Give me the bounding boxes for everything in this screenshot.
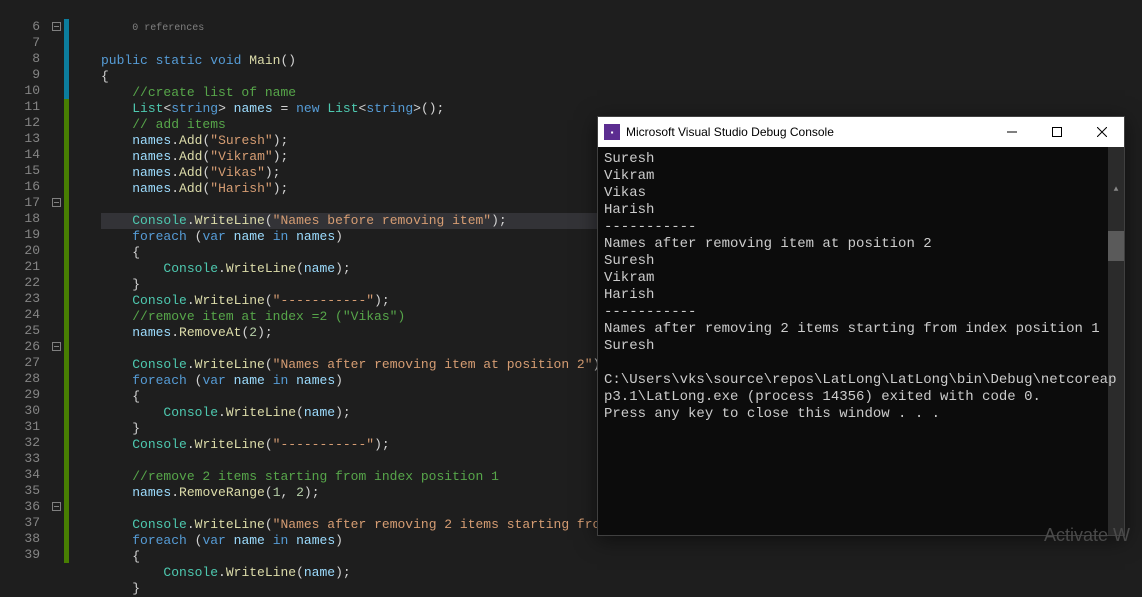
console-line: Vikas [604, 185, 1118, 202]
line-number: 18 [8, 211, 40, 227]
codelens-references[interactable]: 0 references [132, 23, 204, 34]
code-line[interactable]: foreach (var name in names) [101, 229, 639, 245]
line-number: 25 [8, 323, 40, 339]
code-line[interactable]: names.RemoveAt(2); [101, 325, 639, 341]
code-line[interactable]: //create list of name [101, 85, 639, 101]
code-line[interactable] [101, 501, 639, 517]
close-button[interactable] [1079, 117, 1124, 147]
line-number: 17 [8, 195, 40, 211]
line-number: 24 [8, 307, 40, 323]
line-number: 29 [8, 387, 40, 403]
fold-toggle-icon[interactable] [52, 502, 61, 511]
code-line[interactable]: Console.WriteLine("Names after removing … [101, 517, 639, 533]
console-line: ----------- [604, 304, 1118, 321]
code-line[interactable]: Console.WriteLine(name); [101, 405, 639, 421]
line-number: 6 [8, 19, 40, 35]
code-line[interactable] [101, 341, 639, 357]
debug-console-window[interactable]: ▪ Microsoft Visual Studio Debug Console … [597, 116, 1125, 536]
line-number: 34 [8, 467, 40, 483]
line-number: 14 [8, 147, 40, 163]
console-line: Suresh [604, 151, 1118, 168]
fold-toggle-icon[interactable] [52, 342, 61, 351]
fold-toggle-icon[interactable] [52, 22, 61, 31]
code-line[interactable]: } [101, 581, 639, 597]
console-line: Suresh [604, 338, 1118, 355]
code-line[interactable]: //remove 2 items starting from index pos… [101, 469, 639, 485]
code-line[interactable]: { [101, 245, 639, 261]
line-number: 32 [8, 435, 40, 451]
line-number: 9 [8, 67, 40, 83]
line-number: 37 [8, 515, 40, 531]
line-number: 23 [8, 291, 40, 307]
code-line[interactable]: { [101, 549, 639, 565]
code-line[interactable]: names.RemoveRange(1, 2); [101, 485, 639, 501]
code-line[interactable] [101, 197, 639, 213]
code-line[interactable] [101, 453, 639, 469]
code-line[interactable]: } [101, 277, 639, 293]
maximize-button[interactable] [1034, 117, 1079, 147]
line-number: 13 [8, 131, 40, 147]
code-line[interactable]: Console.WriteLine(name); [101, 565, 639, 581]
console-line: Vikram [604, 270, 1118, 287]
code-line[interactable]: names.Add("Harish"); [101, 181, 639, 197]
fold-toggle-icon[interactable] [52, 198, 61, 207]
line-number: 35 [8, 483, 40, 499]
line-number: 8 [8, 51, 40, 67]
line-number-gutter: 6789101112131415161718192021222324252627… [0, 0, 48, 552]
code-line[interactable]: names.Add("Vikram"); [101, 149, 639, 165]
code-line[interactable]: foreach (var name in names) [101, 533, 639, 549]
code-line[interactable]: names.Add("Suresh"); [101, 133, 639, 149]
console-titlebar[interactable]: ▪ Microsoft Visual Studio Debug Console [598, 117, 1124, 147]
code-content[interactable]: 0 references public static void Main(){ … [97, 0, 639, 552]
code-line[interactable]: Console.WriteLine("-----------"); [101, 293, 639, 309]
line-number: 26 [8, 339, 40, 355]
code-line[interactable]: foreach (var name in names) [101, 373, 639, 389]
line-number: 19 [8, 227, 40, 243]
code-line[interactable]: // add items [101, 117, 639, 133]
line-number: 27 [8, 355, 40, 371]
line-number: 38 [8, 531, 40, 547]
line-number: 36 [8, 499, 40, 515]
line-number: 30 [8, 403, 40, 419]
console-output[interactable]: SureshVikramVikasHarish-----------Names … [598, 147, 1124, 535]
console-line: ----------- [604, 219, 1118, 236]
console-line: Harish [604, 287, 1118, 304]
code-line[interactable]: Console.WriteLine("Names after removing … [101, 357, 639, 373]
console-line: C:\Users\vks\source\repos\LatLong\LatLon… [604, 372, 1118, 406]
line-number: 39 [8, 547, 40, 563]
line-number: 7 [8, 35, 40, 51]
console-line [604, 355, 1118, 372]
line-number: 16 [8, 179, 40, 195]
line-number: 33 [8, 451, 40, 467]
console-line: Harish [604, 202, 1118, 219]
line-number: 22 [8, 275, 40, 291]
line-number: 28 [8, 371, 40, 387]
code-line[interactable]: //remove item at index =2 ("Vikas") [101, 309, 639, 325]
code-line[interactable]: List<string> names = new List<string>(); [101, 101, 639, 117]
code-line[interactable]: public static void Main() [101, 53, 639, 69]
line-number: 21 [8, 259, 40, 275]
line-number: 12 [8, 115, 40, 131]
fold-gutter[interactable] [48, 0, 64, 552]
console-line: Suresh [604, 253, 1118, 270]
minimize-button[interactable] [989, 117, 1034, 147]
line-number: 31 [8, 419, 40, 435]
code-line[interactable]: { [101, 69, 639, 85]
code-line[interactable]: Console.WriteLine("Names before removing… [101, 213, 639, 229]
line-number: 20 [8, 243, 40, 259]
console-title: Microsoft Visual Studio Debug Console [626, 125, 989, 139]
console-line: Names after removing item at position 2 [604, 236, 1118, 253]
console-line: Press any key to close this window . . . [604, 406, 1118, 423]
code-line[interactable]: Console.WriteLine(name); [101, 261, 639, 277]
console-line: Names after removing 2 items starting fr… [604, 321, 1118, 338]
console-line: Vikram [604, 168, 1118, 185]
code-line[interactable]: names.Add("Vikas"); [101, 165, 639, 181]
line-number: 11 [8, 99, 40, 115]
code-line[interactable]: Console.WriteLine("-----------"); [101, 437, 639, 453]
console-icon: ▪ [604, 124, 620, 140]
code-line[interactable]: { [101, 389, 639, 405]
line-number: 10 [8, 83, 40, 99]
line-number: 15 [8, 163, 40, 179]
code-line[interactable]: } [101, 421, 639, 437]
